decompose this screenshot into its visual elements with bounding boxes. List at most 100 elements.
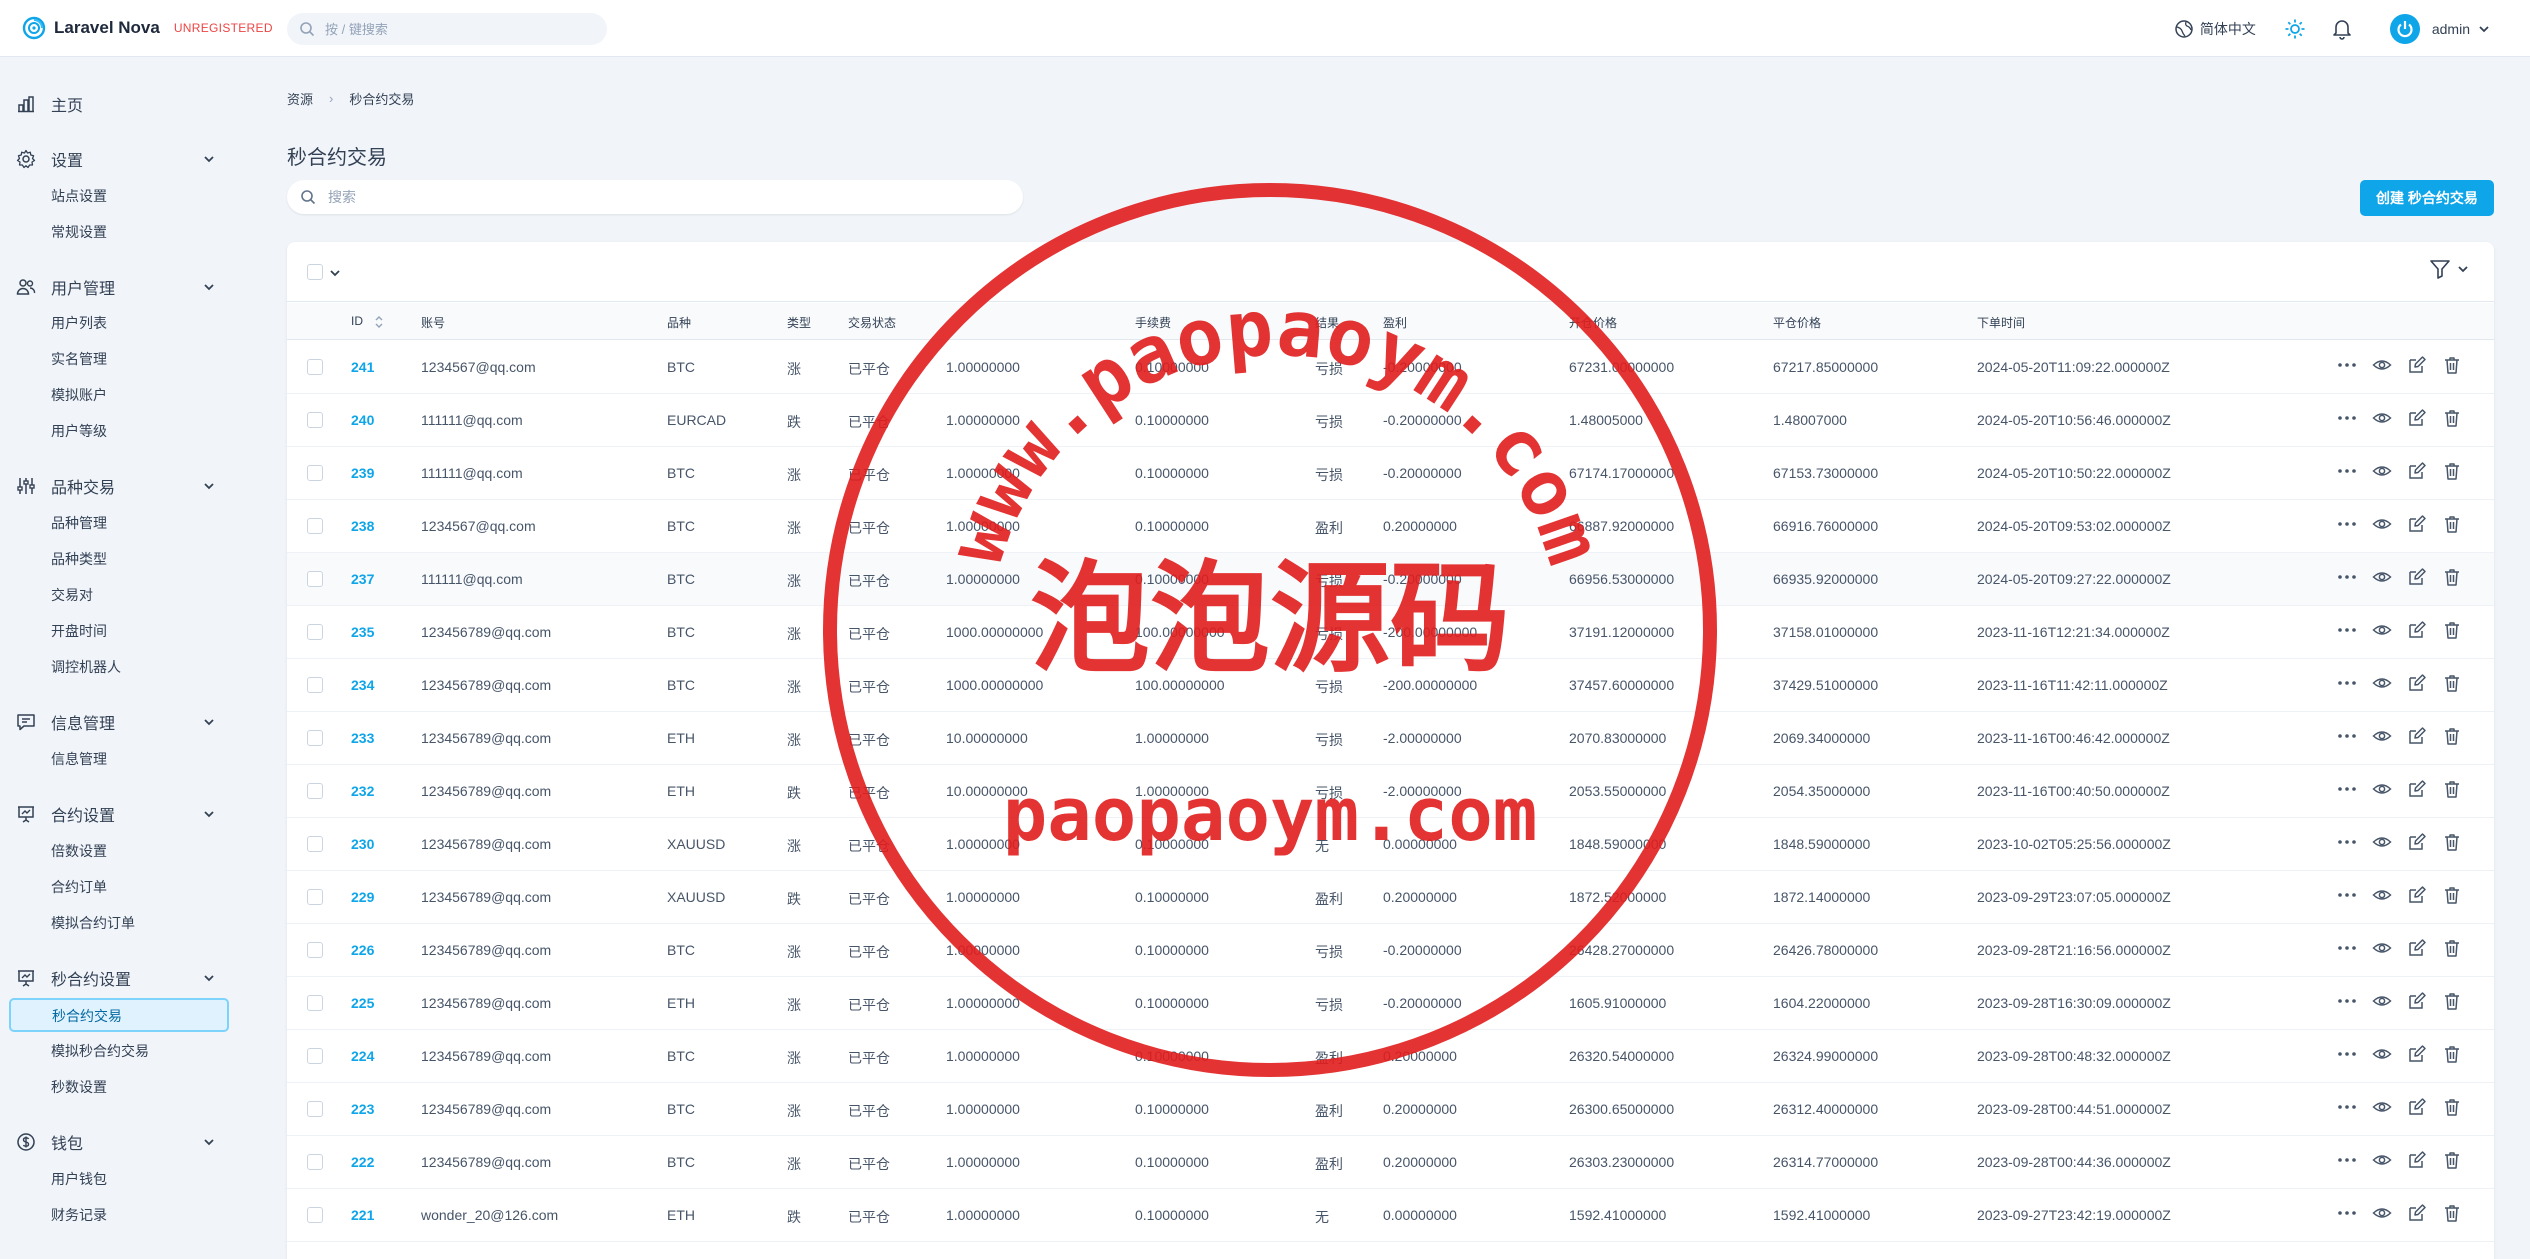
sidebar-item-user-wallets[interactable]: 用户钱包 — [51, 1167, 107, 1191]
view-eye-icon[interactable] — [2372, 355, 2392, 375]
sidebar-group-contracts[interactable]: 合约设置 — [0, 799, 230, 829]
edit-icon[interactable] — [2407, 355, 2427, 375]
sidebar-item-trading-pairs[interactable]: 交易对 — [51, 583, 93, 607]
delete-trash-icon[interactable] — [2442, 991, 2462, 1011]
sidebar-group-messages[interactable]: 信息管理 — [0, 707, 230, 737]
row-id-link[interactable]: 232 — [351, 783, 374, 799]
more-options-icon[interactable] — [2337, 1203, 2357, 1223]
view-eye-icon[interactable] — [2372, 514, 2392, 534]
row-id-link[interactable]: 234 — [351, 677, 374, 693]
sidebar-group-trading[interactable]: 品种交易 — [0, 471, 230, 501]
notifications-bell-icon[interactable] — [2332, 18, 2352, 40]
sidebar-item-second-contract-trades[interactable]: 秒合约交易 — [9, 998, 229, 1032]
more-options-icon[interactable] — [2337, 514, 2357, 534]
sidebar-item-contract-orders[interactable]: 合约订单 — [51, 875, 107, 899]
sidebar-item-products[interactable]: 品种管理 — [51, 511, 107, 535]
row-id-link[interactable]: 241 — [351, 359, 374, 375]
row-checkbox[interactable] — [307, 677, 323, 693]
row-id-link[interactable]: 224 — [351, 1048, 374, 1064]
table-row[interactable]: 234 123456789@qq.com BTC 涨 已平仓 1000.00000000 1… — [287, 659, 2494, 712]
delete-trash-icon[interactable] — [2442, 1097, 2462, 1117]
view-eye-icon[interactable] — [2372, 1044, 2392, 1064]
row-checkbox[interactable] — [307, 571, 323, 587]
delete-trash-icon[interactable] — [2442, 779, 2462, 799]
sidebar-item-multiplier-settings[interactable]: 倍数设置 — [51, 839, 107, 863]
edit-icon[interactable] — [2407, 1150, 2427, 1170]
row-id-link[interactable]: 235 — [351, 624, 374, 640]
table-row[interactable]: 222 123456789@qq.com BTC 涨 已平仓 1.00000000 0.10… — [287, 1136, 2494, 1189]
create-button[interactable]: 创建 秒合约交易 — [2360, 180, 2494, 216]
sidebar-item-site-settings[interactable]: 站点设置 — [51, 184, 107, 208]
row-checkbox[interactable] — [307, 730, 323, 746]
row-id-link[interactable]: 233 — [351, 730, 374, 746]
theme-toggle-sun-icon[interactable] — [2284, 18, 2306, 40]
row-checkbox[interactable] — [307, 995, 323, 1011]
delete-trash-icon[interactable] — [2442, 1203, 2462, 1223]
more-options-icon[interactable] — [2337, 1150, 2357, 1170]
row-checkbox[interactable] — [307, 1154, 323, 1170]
sidebar-item-user-list[interactable]: 用户列表 — [51, 311, 107, 335]
row-id-link[interactable]: 223 — [351, 1101, 374, 1117]
edit-icon[interactable] — [2407, 726, 2427, 746]
sidebar-item-demo-contract-orders[interactable]: 模拟合约订单 — [51, 911, 135, 935]
delete-trash-icon[interactable] — [2442, 1044, 2462, 1064]
sidebar-item-user-levels[interactable]: 用户等级 — [51, 419, 107, 443]
view-eye-icon[interactable] — [2372, 461, 2392, 481]
edit-icon[interactable] — [2407, 832, 2427, 852]
row-id-link[interactable]: 221 — [351, 1207, 374, 1223]
view-eye-icon[interactable] — [2372, 1097, 2392, 1117]
row-checkbox[interactable] — [307, 465, 323, 481]
sidebar-item-control-bot[interactable]: 调控机器人 — [51, 655, 121, 679]
select-all-checkbox[interactable] — [307, 264, 323, 280]
row-checkbox[interactable] — [307, 836, 323, 852]
table-row[interactable]: 232 123456789@qq.com ETH 跌 已平仓 10.00000000 1.0… — [287, 765, 2494, 818]
more-options-icon[interactable] — [2337, 355, 2357, 375]
global-search[interactable] — [287, 13, 607, 45]
table-row[interactable]: 238 1234567@qq.com BTC 涨 已平仓 1.00000000 0.1000… — [287, 500, 2494, 553]
table-row[interactable]: 223 123456789@qq.com BTC 涨 已平仓 1.00000000 0.10… — [287, 1083, 2494, 1136]
edit-icon[interactable] — [2407, 1097, 2427, 1117]
sidebar-item-opening-hours[interactable]: 开盘时间 — [51, 619, 107, 643]
sidebar-group-settings[interactable]: 设置 — [0, 144, 230, 174]
user-menu[interactable]: admin — [2389, 14, 2490, 44]
edit-icon[interactable] — [2407, 514, 2427, 534]
row-checkbox[interactable] — [307, 518, 323, 534]
row-checkbox[interactable] — [307, 1207, 323, 1223]
row-id-link[interactable]: 226 — [351, 942, 374, 958]
delete-trash-icon[interactable] — [2442, 938, 2462, 958]
more-options-icon[interactable] — [2337, 1044, 2357, 1064]
table-row[interactable]: 239 111111@qq.com BTC 涨 已平仓 1.00000000 0.10000… — [287, 447, 2494, 500]
edit-icon[interactable] — [2407, 885, 2427, 905]
delete-trash-icon[interactable] — [2442, 567, 2462, 587]
sidebar-item-demo-second-contract-trades[interactable]: 模拟秒合约交易 — [51, 1039, 149, 1063]
delete-trash-icon[interactable] — [2442, 673, 2462, 693]
view-eye-icon[interactable] — [2372, 938, 2392, 958]
more-options-icon[interactable] — [2337, 1097, 2357, 1117]
view-eye-icon[interactable] — [2372, 832, 2392, 852]
edit-icon[interactable] — [2407, 1044, 2427, 1064]
breadcrumb-resources[interactable]: 资源 — [287, 89, 313, 108]
delete-trash-icon[interactable] — [2442, 355, 2462, 375]
row-checkbox[interactable] — [307, 889, 323, 905]
sidebar-item-demo-accounts[interactable]: 模拟账户 — [51, 383, 107, 407]
sidebar-item-seconds-settings[interactable]: 秒数设置 — [51, 1075, 107, 1099]
table-row[interactable]: 224 123456789@qq.com BTC 涨 已平仓 1.00000000 0.10… — [287, 1030, 2494, 1083]
delete-trash-icon[interactable] — [2442, 408, 2462, 428]
delete-trash-icon[interactable] — [2442, 832, 2462, 852]
app-logo[interactable]: Laravel Nova UNREGISTERED — [22, 16, 273, 40]
more-options-icon[interactable] — [2337, 620, 2357, 640]
row-id-link[interactable]: 225 — [351, 995, 374, 1011]
row-checkbox[interactable] — [307, 624, 323, 640]
resource-search[interactable] — [287, 180, 1023, 214]
row-checkbox[interactable] — [307, 412, 323, 428]
table-row[interactable]: 241 1234567@qq.com BTC 涨 已平仓 1.00000000 0.1000… — [287, 341, 2494, 394]
view-eye-icon[interactable] — [2372, 991, 2392, 1011]
edit-icon[interactable] — [2407, 620, 2427, 640]
edit-icon[interactable] — [2407, 567, 2427, 587]
delete-trash-icon[interactable] — [2442, 461, 2462, 481]
more-options-icon[interactable] — [2337, 779, 2357, 799]
sidebar-group-users[interactable]: 用户管理 — [0, 272, 230, 302]
row-id-link[interactable]: 240 — [351, 412, 374, 428]
more-options-icon[interactable] — [2337, 461, 2357, 481]
row-checkbox[interactable] — [307, 783, 323, 799]
